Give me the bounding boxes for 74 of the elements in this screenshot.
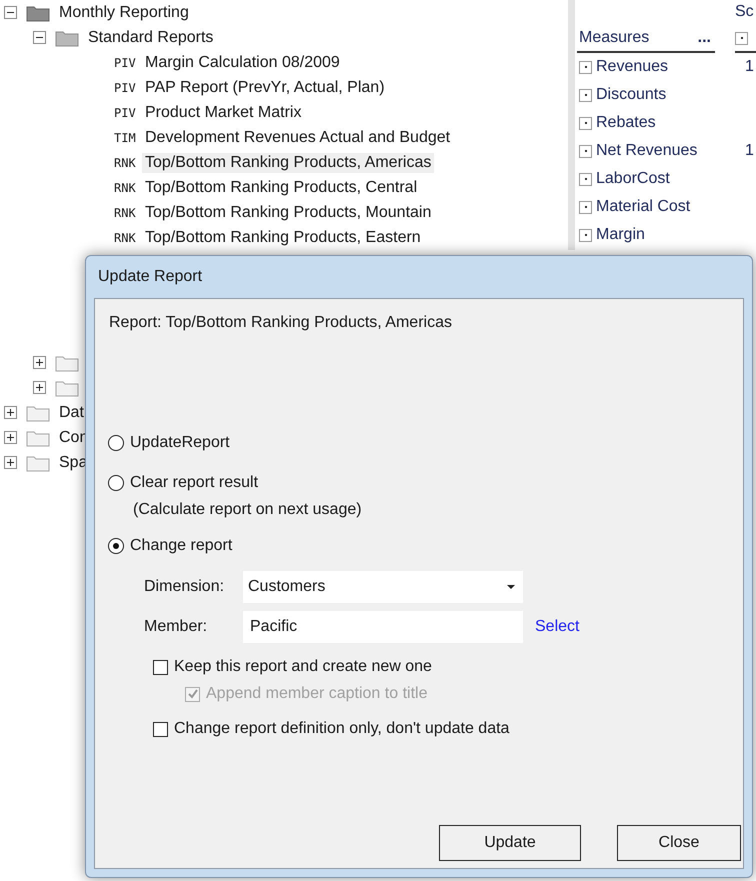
window-title: Update Report: [98, 268, 202, 286]
option-label[interactable]: UpdateReport: [130, 434, 230, 452]
expand-icon[interactable]: [579, 172, 592, 186]
field-label: Member:: [144, 618, 208, 636]
expander-icon[interactable]: [4, 6, 17, 19]
radio-button[interactable]: [108, 538, 124, 554]
checkbox[interactable]: [153, 660, 168, 674]
expand-icon[interactable]: [579, 144, 592, 158]
folder-icon: [55, 28, 79, 46]
expander-icon[interactable]: [33, 381, 46, 394]
expand-icon[interactable]: [735, 32, 748, 44]
measure-label: Margin: [596, 226, 645, 244]
measure-label: LaborCost: [596, 170, 670, 188]
expand-icon[interactable]: [579, 88, 592, 102]
checkbox-label[interactable]: Change report definition only, don't update data: [174, 720, 510, 738]
measure-value: 1: [745, 142, 754, 159]
tree-item[interactable]: Dat: [56, 402, 87, 422]
caret-icon: [507, 585, 515, 589]
close-button[interactable]: Close: [617, 825, 741, 861]
expander-icon[interactable]: [4, 431, 17, 444]
folder-icon: [26, 454, 50, 472]
tree-item[interactable]: PAP Report (PrevYr, Actual, Plan): [142, 78, 388, 98]
radio-button[interactable]: [108, 475, 124, 491]
checkbox-label[interactable]: Keep this report and create new one: [174, 658, 432, 676]
expander-icon[interactable]: [33, 356, 46, 369]
update-button[interactable]: Update: [439, 825, 581, 861]
expand-icon[interactable]: [579, 60, 592, 74]
report-type-label: PIV: [114, 56, 137, 70]
folder-icon: [26, 4, 50, 22]
report-type-label: RNK: [114, 206, 137, 220]
select-link[interactable]: Select: [535, 618, 580, 636]
report-type-label: RNK: [114, 156, 137, 170]
report-type-label: RNK: [114, 230, 137, 244]
expander-icon[interactable]: [4, 406, 17, 419]
measure-value: 1: [745, 58, 754, 75]
more-button[interactable]: ...: [698, 29, 711, 51]
measure-label: Revenues: [596, 58, 668, 76]
tree-item[interactable]: Monthly Reporting: [56, 2, 192, 22]
column-header: Sc: [735, 3, 755, 22]
tree-item[interactable]: Standard Reports: [85, 28, 216, 48]
measure-label: Net Revenues: [596, 142, 698, 160]
folder-icon: [26, 404, 50, 422]
column-header: Measures: [579, 29, 650, 48]
expand-icon[interactable]: [579, 228, 592, 242]
report-type-label: TIM: [114, 130, 137, 144]
tree-item[interactable]: Top/Bottom Ranking Products, Mountain: [142, 202, 434, 222]
report-type-label: PIV: [114, 106, 137, 120]
report-type-label: RNK: [114, 180, 137, 194]
expand-icon[interactable]: [579, 200, 592, 214]
expander-icon[interactable]: [33, 31, 46, 44]
tree-item[interactable]: Development Revenues Actual and Budget: [142, 128, 454, 148]
report-name: Report: Top/Bottom Ranking Products, Americas: [109, 314, 453, 332]
dimension-dropdown[interactable]: Customers: [243, 571, 523, 603]
measure-label: Material Cost: [596, 198, 690, 216]
field-label: Dimension:: [144, 578, 226, 596]
folder-icon: [26, 428, 50, 446]
expander-icon[interactable]: [4, 456, 17, 469]
report-type-label: PIV: [114, 80, 137, 94]
option-note: (Calculate report on next usage): [133, 501, 363, 519]
expand-icon[interactable]: [579, 116, 592, 130]
radio-button[interactable]: [108, 435, 124, 451]
tree-item[interactable]: Top/Bottom Ranking Products, Americas: [142, 152, 434, 172]
tree-item[interactable]: Top/Bottom Ranking Products, Eastern: [142, 228, 424, 248]
checkbox[interactable]: [153, 722, 168, 736]
folder-icon: [55, 354, 79, 372]
member-field[interactable]: Pacific: [243, 611, 523, 643]
tree-item[interactable]: Margin Calculation 08/2009: [142, 52, 343, 72]
tree-item[interactable]: Product Market Matrix: [142, 102, 304, 122]
option-label[interactable]: Change report: [130, 537, 232, 555]
option-label[interactable]: Clear report result: [130, 474, 258, 492]
measure-label: Rebates: [596, 114, 656, 132]
measure-label: Discounts: [596, 86, 666, 104]
folder-icon: [55, 378, 79, 396]
tree-item[interactable]: Top/Bottom Ranking Products, Central: [142, 178, 420, 198]
